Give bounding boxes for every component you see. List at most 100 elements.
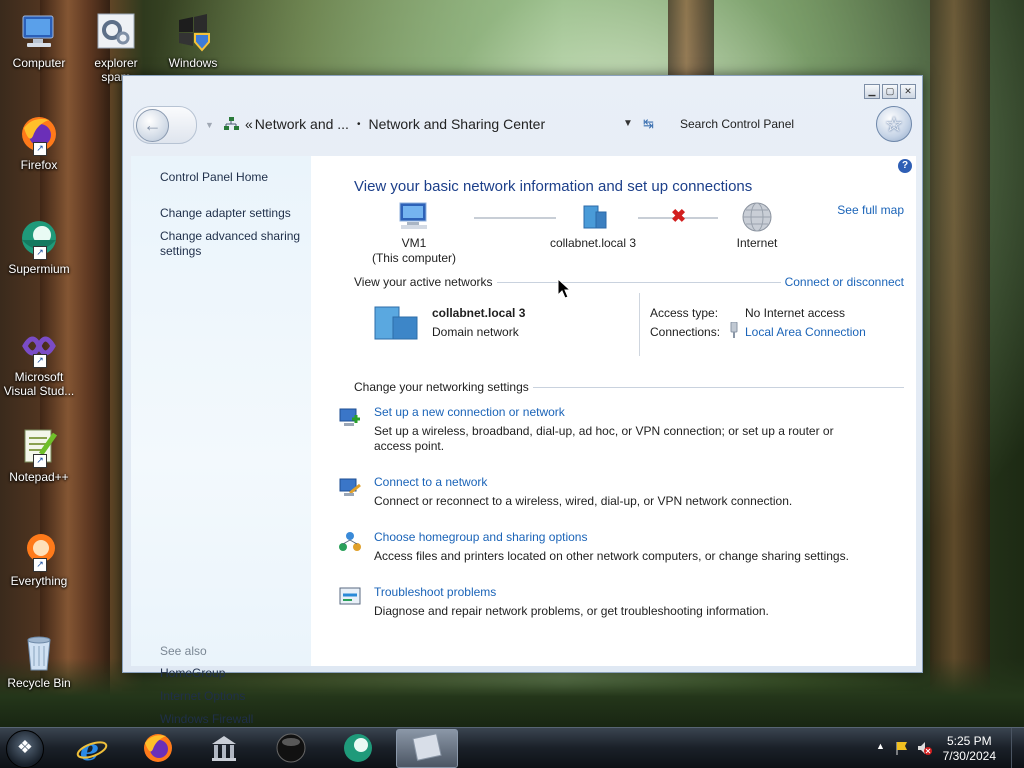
connect-or-disconnect-link[interactable]: Connect or disconnect	[780, 275, 904, 289]
connect-network-link[interactable]: Connect to a network	[374, 475, 814, 489]
desktop-icon-visual-studio[interactable]: ↗ Microsoft Visual Stud...	[1, 326, 77, 398]
recent-pages-dropdown[interactable]: ▼	[205, 120, 214, 130]
tree-trunk	[930, 0, 990, 730]
shortcut-arrow-icon: ↗	[33, 558, 47, 572]
page-heading: View your basic network information and …	[354, 178, 753, 195]
task-connect-network: Connect to a network Connect or reconnec…	[339, 475, 814, 509]
connect-network-icon	[339, 478, 361, 496]
search-input[interactable]: Search Control Panel	[680, 117, 794, 131]
disconnected-x-icon[interactable]: ✖	[671, 206, 686, 227]
shortcut-arrow-icon: ↗	[33, 246, 47, 260]
change-adapter-settings-link[interactable]: Change adapter settings	[160, 206, 310, 221]
shortcut-arrow-icon: ↗	[33, 354, 47, 368]
see-full-map-link[interactable]: See full map	[837, 203, 904, 217]
local-area-connection-link[interactable]: Local Area Connection	[745, 325, 866, 339]
media-player-icon[interactable]	[275, 732, 307, 764]
networking-settings-heading: Change your networking settings	[354, 380, 533, 394]
homegroup-link[interactable]: HomeGroup	[160, 666, 310, 681]
windows-shield-icon	[173, 12, 213, 52]
show-desktop-button[interactable]	[1011, 728, 1024, 768]
control-panel-home-link[interactable]: Control Panel Home	[160, 170, 310, 185]
show-hidden-icons-button[interactable]: ▲	[876, 741, 885, 751]
back-button[interactable]: ←	[136, 109, 169, 142]
control-panel-taskbar-button[interactable]	[396, 729, 458, 768]
main-pane: ? View your basic network information an…	[311, 156, 916, 666]
active-network-name: collabnet.local 3	[432, 306, 526, 320]
computer-icon	[19, 12, 59, 52]
task-troubleshoot: Troubleshoot problems Diagnose and repai…	[339, 585, 814, 619]
volume-muted-icon[interactable]	[916, 740, 932, 756]
active-networks-heading: View your active networks	[354, 275, 497, 289]
desktop-icon-computer[interactable]: Computer	[1, 12, 77, 70]
tree-trunk	[668, 0, 714, 80]
homegroup-sharing-link[interactable]: Choose homegroup and sharing options	[374, 530, 814, 544]
desktop-icon-recycle-bin[interactable]: Recycle Bin	[1, 632, 77, 690]
window-content: Control Panel Home Change adapter settin…	[131, 156, 916, 726]
windows-firewall-link[interactable]: Windows Firewall	[160, 712, 310, 727]
recycle-bin-icon	[19, 632, 59, 672]
access-type-label: Access type:	[650, 306, 719, 320]
desktop-icon-supermium[interactable]: ↗ Supermium	[1, 218, 77, 276]
firefox-taskbar-icon[interactable]	[142, 732, 174, 764]
domain-network-large-icon[interactable]	[373, 303, 421, 343]
this-computer-icon[interactable]	[397, 201, 431, 231]
breadcrumb-current[interactable]: Network and Sharing Center	[368, 116, 545, 132]
library-icon[interactable]	[208, 732, 240, 764]
help-icon[interactable]: ?	[898, 159, 912, 173]
troubleshoot-description: Diagnose and repair network problems, or…	[374, 604, 769, 618]
connect-network-description: Connect or reconnect to a wireless, wire…	[374, 494, 793, 508]
troubleshoot-icon	[339, 587, 361, 605]
homegroup-icon	[339, 532, 361, 551]
close-button[interactable]: ✕	[900, 84, 916, 99]
breadcrumb-parent[interactable]: Network and ...	[255, 116, 349, 132]
left-pane: Control Panel Home Change adapter settin…	[131, 156, 311, 726]
windows-logo-icon: ❖	[16, 737, 34, 757]
desktop-icon-explorer-spam[interactable]: explorer spam	[78, 12, 154, 84]
network-sharing-window: ▁ ▢ ✕ ← ▼ « Network and ... • Network an…	[122, 75, 923, 726]
change-advanced-sharing-link[interactable]: Change advanced sharing settings	[160, 229, 305, 259]
new-connection-icon	[339, 408, 360, 426]
refresh-icon[interactable]: ↹	[643, 116, 654, 132]
notepadpp-icon: ↗	[19, 426, 59, 468]
taskbar: ❖ e ▲ 5:25 PM 7/30/2024	[0, 727, 1024, 768]
internet-globe-icon[interactable]	[741, 201, 773, 233]
control-panel-icon	[412, 733, 442, 761]
desktop-icon-firefox[interactable]: ↗ Firefox	[1, 114, 77, 172]
address-dropdown-icon[interactable]: ▼	[623, 118, 633, 129]
network-name: collabnet.local 3	[549, 236, 637, 250]
internet-options-link[interactable]: Internet Options	[160, 689, 310, 704]
desktop-icon-everything[interactable]: ↗ Everything	[1, 530, 77, 588]
new-connection-description: Set up a wireless, broadband, dial-up, a…	[374, 424, 834, 453]
vertical-divider	[639, 293, 640, 356]
clock[interactable]: 5:25 PM 7/30/2024	[943, 734, 996, 764]
computer-subtitle: (This computer)	[371, 251, 457, 265]
ethernet-plug-icon	[730, 322, 738, 338]
task-new-connection: Set up a new connection or network Set u…	[339, 405, 834, 454]
settings-gear-icon	[96, 12, 136, 52]
connections-label: Connections:	[650, 325, 721, 339]
desktop-icon-notepadpp[interactable]: ↗ Notepad++	[1, 426, 77, 484]
minimize-button[interactable]: ▁	[864, 84, 880, 99]
active-network-type[interactable]: Domain network	[432, 325, 519, 339]
new-connection-link[interactable]: Set up a new connection or network	[374, 405, 814, 419]
internet-label: Internet	[736, 236, 778, 250]
map-link-line	[474, 217, 556, 219]
troubleshoot-link[interactable]: Troubleshoot problems	[374, 585, 814, 599]
maximize-button[interactable]: ▢	[882, 84, 898, 99]
breadcrumb-separator[interactable]: •	[357, 119, 361, 130]
start-button[interactable]: ❖	[6, 730, 44, 768]
mouse-cursor-icon	[557, 278, 571, 299]
clock-date: 7/30/2024	[942, 749, 996, 763]
firefox-icon: ↗	[19, 114, 59, 156]
internet-explorer-icon[interactable]: e	[76, 732, 108, 764]
shortcut-arrow-icon: ↗	[33, 142, 47, 156]
aero-orb-icon[interactable]: ☆	[876, 106, 912, 142]
clock-time: 5:25 PM	[946, 734, 992, 748]
everything-search-icon: ↗	[19, 530, 59, 572]
supermium-taskbar-icon[interactable]	[342, 732, 374, 764]
computer-name: VM1	[401, 236, 427, 250]
breadcrumb-overflow[interactable]: «	[245, 116, 253, 132]
action-center-flag-icon[interactable]	[894, 740, 910, 756]
domain-network-icon[interactable]	[578, 202, 610, 232]
desktop-icon-windows[interactable]: Windows	[155, 12, 231, 70]
